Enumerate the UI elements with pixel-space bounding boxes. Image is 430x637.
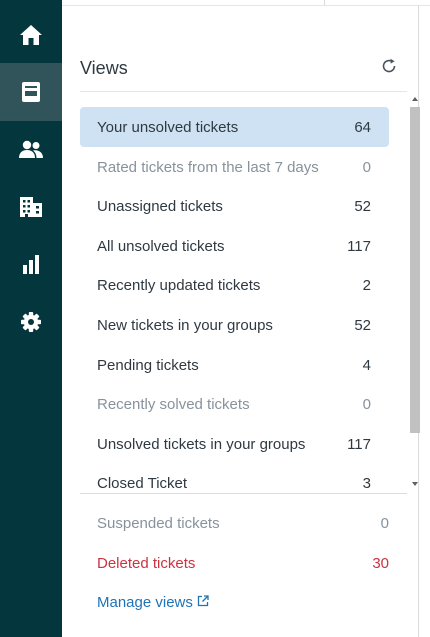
- external-link-icon: [197, 594, 209, 611]
- view-count: 0: [362, 395, 371, 413]
- view-pending-tickets[interactable]: Pending tickets 4: [80, 345, 389, 385]
- views-title: Views: [80, 58, 128, 78]
- view-all-unsolved-tickets[interactable]: All unsolved tickets 117: [80, 226, 389, 266]
- view-count: 52: [354, 316, 371, 334]
- list-bottom-divider: [80, 493, 407, 494]
- nav-item-home[interactable]: [0, 6, 62, 64]
- view-label: Unsolved tickets in your groups: [97, 435, 306, 453]
- view-label: Recently updated tickets: [97, 276, 261, 294]
- view-label: Rated tickets from the last 7 days: [97, 158, 319, 176]
- view-label: All unsolved tickets: [97, 237, 225, 255]
- settings-icon: [20, 311, 42, 333]
- refresh-icon: [380, 57, 398, 80]
- view-label: Your unsolved tickets: [97, 118, 239, 136]
- nav-item-organizations[interactable]: [0, 178, 62, 236]
- scroll-thumb[interactable]: [410, 107, 420, 433]
- view-label: Unassigned tickets: [97, 197, 223, 215]
- organizations-icon: [18, 195, 44, 219]
- scroll-up-arrow-icon[interactable]: [412, 97, 418, 101]
- view-suspended-tickets[interactable]: Suspended tickets 0: [80, 503, 389, 543]
- view-label: Deleted tickets: [97, 554, 196, 572]
- manage-views-link[interactable]: Manage views: [97, 594, 209, 611]
- sidebar-nav: [0, 0, 62, 637]
- manage-views-label: Manage views: [97, 594, 193, 611]
- scroll-down-arrow-icon[interactable]: [412, 482, 418, 486]
- view-label: New tickets in your groups: [97, 316, 273, 334]
- view-count: 2: [362, 276, 371, 294]
- list-top-divider: [80, 91, 407, 92]
- view-deleted-tickets[interactable]: Deleted tickets 30: [80, 543, 389, 583]
- view-your-unsolved-tickets[interactable]: Your unsolved tickets 64: [80, 107, 389, 147]
- nav-item-views[interactable]: [0, 63, 62, 121]
- view-label: Closed Ticket: [97, 474, 188, 492]
- view-count: 30: [372, 554, 389, 572]
- view-new-tickets-in-groups[interactable]: New tickets in your groups 52: [80, 305, 389, 345]
- view-recently-solved-tickets[interactable]: Recently solved tickets 0: [80, 384, 389, 424]
- views-list: Your unsolved tickets 64 Rated tickets f…: [80, 103, 389, 493]
- nav-item-customers[interactable]: [0, 121, 62, 179]
- view-closed-ticket[interactable]: Closed Ticket 3: [80, 463, 389, 493]
- views-icon: [20, 80, 42, 104]
- view-count: 0: [362, 158, 371, 176]
- view-count: 0: [380, 514, 389, 532]
- views-scrollbar[interactable]: [408, 91, 422, 493]
- view-count: 4: [362, 356, 371, 374]
- customers-icon: [18, 139, 44, 161]
- views-panel: Views Your unsolved tickets 64 Rated tic…: [62, 5, 422, 637]
- reporting-icon: [21, 253, 41, 275]
- view-count: 117: [347, 237, 371, 255]
- home-icon: [19, 24, 43, 46]
- view-count: 117: [347, 435, 371, 453]
- view-count: 64: [354, 118, 371, 136]
- view-count: 3: [362, 474, 371, 492]
- view-count: 52: [354, 197, 371, 215]
- nav-item-settings[interactable]: [0, 293, 62, 351]
- view-label: Recently solved tickets: [97, 395, 250, 413]
- view-label: Pending tickets: [97, 356, 199, 374]
- refresh-button[interactable]: [378, 57, 400, 79]
- view-unassigned-tickets[interactable]: Unassigned tickets 52: [80, 186, 389, 226]
- view-rated-tickets[interactable]: Rated tickets from the last 7 days 0: [80, 147, 389, 187]
- nav-item-reporting[interactable]: [0, 235, 62, 293]
- view-unsolved-in-groups[interactable]: Unsolved tickets in your groups 117: [80, 424, 389, 464]
- view-recently-updated-tickets[interactable]: Recently updated tickets 2: [80, 265, 389, 305]
- view-label: Suspended tickets: [97, 514, 220, 532]
